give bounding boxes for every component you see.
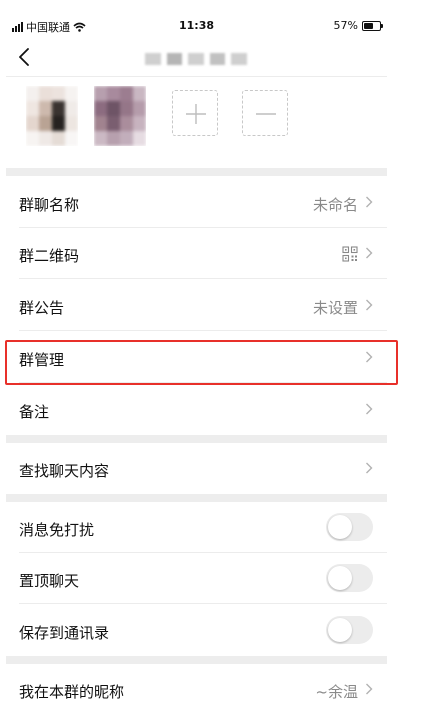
row-value: 未设置: [312, 299, 358, 317]
chevron-right-icon: [366, 403, 373, 415]
member-avatar[interactable]: [94, 86, 146, 146]
row-label: 群公告: [19, 299, 65, 317]
page-title-redacted: [145, 53, 247, 65]
row-pin-chat: 置顶聊天: [6, 553, 387, 604]
save-contacts-toggle[interactable]: [326, 616, 373, 644]
toggle-knob: [328, 618, 352, 642]
row-search-history[interactable]: 查找聊天内容: [6, 443, 387, 494]
row-announcement[interactable]: 群公告 未设置: [6, 280, 387, 331]
row-label: 我在本群的昵称: [19, 683, 125, 701]
member-grid: [6, 84, 387, 160]
add-member-button[interactable]: [172, 90, 218, 136]
row-remark[interactable]: 备注: [6, 384, 387, 435]
minus-icon: [256, 113, 276, 115]
row-label: 群二维码: [19, 247, 80, 265]
section-gap: [6, 494, 387, 502]
row-label: 保存到通讯录: [19, 624, 110, 642]
toggle-knob: [328, 515, 352, 539]
status-right: 57%: [333, 19, 383, 32]
battery-icon: [362, 20, 383, 31]
row-label: 置顶聊天: [19, 572, 80, 590]
toggle-knob: [328, 566, 352, 590]
plus-icon: [186, 104, 206, 124]
qr-code-icon: [342, 246, 358, 262]
row-group-name[interactable]: 群聊名称 未命名: [6, 177, 387, 228]
section-gap: [6, 435, 387, 443]
section-gap: [6, 168, 387, 176]
phone-screen: 中国联通 11:38 57% 群聊名称 未命名 群二维码 群公告 未设置 群管理…: [0, 0, 423, 723]
row-divider: [19, 278, 387, 279]
row-divider: [19, 330, 387, 331]
row-group-manage[interactable]: 群管理: [6, 332, 387, 383]
row-value: 未命名: [312, 196, 358, 214]
chevron-right-icon: [366, 351, 373, 363]
mute-toggle[interactable]: [326, 513, 373, 541]
row-save-contacts: 保存到通讯录: [6, 605, 387, 656]
row-value: ~余温: [315, 683, 358, 701]
member-avatar[interactable]: [26, 86, 78, 146]
row-label: 消息免打扰: [19, 521, 95, 539]
row-label: 备注: [19, 403, 50, 421]
battery-fill: [364, 22, 373, 29]
chevron-right-icon: [366, 462, 373, 474]
status-bar: 中国联通 11:38 57%: [6, 0, 387, 36]
row-label: 群管理: [19, 351, 65, 369]
row-mute: 消息免打扰: [6, 502, 387, 553]
row-group-qr[interactable]: 群二维码: [6, 228, 387, 279]
row-label: 查找聊天内容: [19, 462, 110, 480]
nav-bar: [6, 40, 387, 76]
section-gap: [6, 656, 387, 664]
row-label: 群聊名称: [19, 196, 80, 214]
chevron-right-icon: [366, 196, 373, 208]
row-my-nickname[interactable]: 我在本群的昵称 ~余温: [6, 664, 387, 715]
row-divider: [19, 603, 387, 604]
chevron-right-icon: [366, 247, 373, 259]
chevron-left-icon[interactable]: [18, 48, 30, 66]
chevron-right-icon: [366, 683, 373, 695]
chevron-right-icon: [366, 299, 373, 311]
battery-percent: 57%: [333, 19, 358, 32]
status-time: 11:38: [178, 19, 214, 32]
pin-toggle[interactable]: [326, 564, 373, 592]
group-chat-settings: 中国联通 11:38 57% 群聊名称 未命名 群二维码 群公告 未设置 群管理…: [6, 0, 387, 723]
row-divider: [19, 382, 387, 383]
remove-member-button[interactable]: [242, 90, 288, 136]
nav-divider: [6, 76, 387, 77]
